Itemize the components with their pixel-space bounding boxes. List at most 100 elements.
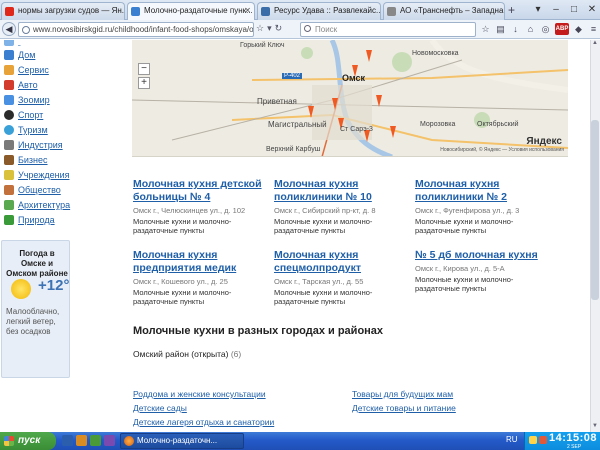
sidebar-item-home[interactable]: Дом (4, 48, 35, 62)
clipboard-icon[interactable]: ▤ (495, 23, 506, 35)
related-link[interactable]: Роддома и женские консультации (133, 389, 266, 399)
sidebar-item-nature[interactable]: Природа (4, 213, 55, 227)
kitchen-title-link[interactable]: Молочная кухня детской больницы № 4 (133, 178, 263, 204)
sidebar-item-institutions[interactable]: Учреждения (4, 168, 69, 182)
zoom-in-button[interactable]: + (138, 77, 150, 89)
extension-icon[interactable]: ◆ (573, 23, 584, 35)
kitchen-title-link[interactable]: Молочная кухня поликлиники № 2 (415, 178, 545, 204)
sidebar-item-auto[interactable]: Авто (4, 78, 38, 92)
tab-udav[interactable]: Ресурс Удава :: Развлекайс... (257, 2, 381, 20)
sidebar-item-label (18, 40, 21, 46)
bookmark-star-icon[interactable]: ☆ (480, 23, 491, 35)
tray-icon[interactable] (529, 436, 537, 444)
region-label: Омский район (открыта) (133, 349, 229, 359)
tab-label: Ресурс Удава :: Развлекайс... (274, 6, 381, 15)
chat-icon[interactable]: ◎ (540, 23, 551, 35)
scrollbar-thumb[interactable] (591, 120, 599, 300)
home-icon[interactable]: ⌂ (525, 23, 536, 35)
kitchen-address: Омск г., Сибирский пр-кт, д. 8 (274, 206, 376, 215)
taskbar-window-label: Молочно-раздаточн... (137, 436, 218, 445)
sidebar-item-label: Дом (18, 50, 36, 60)
tab-active-page[interactable]: Молочно-раздаточные пунк... ✕ (127, 2, 255, 20)
sidebar-item-tourism[interactable]: Туризм (4, 123, 48, 137)
minimize-icon[interactable]: – (548, 1, 564, 17)
back-button[interactable]: ◀ (2, 22, 16, 36)
toolbar-icons: ☆ ▤ ↓ ⌂ ◎ ABP ◆ ≡ (480, 23, 599, 35)
sidebar-item[interactable] (4, 40, 21, 48)
kitchen-card: № 5 дб молочная кухня Омск г., Кирова ул… (415, 249, 545, 293)
quick-launch-icon[interactable] (76, 435, 87, 446)
quick-launch-icon[interactable] (104, 435, 115, 446)
kitchen-type: Молочные кухни и молочно-раздаточные пун… (274, 288, 373, 306)
sidebar-item-service[interactable]: Сервис (4, 63, 49, 77)
kitchen-type: Молочные кухни и молочно-раздаточные пун… (415, 275, 514, 293)
kitchen-title-link[interactable]: № 5 дб молочная кухня (415, 249, 545, 262)
scrollbar[interactable]: ▲ ▼ (590, 40, 600, 432)
map-label: Новомосковка (412, 50, 459, 57)
related-link[interactable]: Детские товары и питание (352, 403, 456, 413)
menu-icon[interactable]: ≡ (588, 23, 599, 35)
map-label-city: Омск (342, 73, 366, 83)
kitchen-title-link[interactable]: Молочная кухня предприятия медик (133, 249, 263, 275)
adblock-icon[interactable]: ABP (555, 23, 569, 35)
tab-yandex-search[interactable]: нормы загрузки судов — Ян... (1, 2, 125, 20)
close-window-icon[interactable]: ✕ (584, 1, 600, 17)
sidebar-item-society[interactable]: Общество (4, 183, 61, 197)
related-link[interactable]: Товары для будущих мам (352, 389, 453, 399)
taskbar-window-button[interactable]: Молочно-раздаточн... (120, 433, 244, 449)
kitchen-type: Молочные кухни и молочно-раздаточные пун… (133, 217, 232, 235)
sidebar-item-label: Общество (18, 185, 61, 195)
zoom-out-button[interactable]: − (138, 63, 150, 75)
region-item[interactable]: Омский район (открыта) (6) (133, 349, 241, 359)
weather-widget[interactable]: Погода в Омске и Омском районе +12° Мало… (1, 240, 70, 378)
star-icon[interactable]: ☆ (256, 23, 264, 34)
scroll-down-arrow-icon[interactable]: ▼ (590, 423, 600, 432)
tray-icon[interactable] (539, 436, 547, 444)
globe-icon (22, 26, 30, 34)
weather-description: Малооблачно, легкий ветер, без осадков (6, 307, 60, 336)
search-input[interactable]: Поиск (300, 22, 476, 37)
sidebar-item-industry[interactable]: Индустрия (4, 138, 63, 152)
column-icon (4, 200, 14, 210)
map-copyright[interactable]: Новосибирский, © Яндекс — Условия исполь… (440, 147, 564, 153)
kitchen-card: Молочная кухня детской больницы № 4 Омск… (133, 178, 263, 235)
kitchen-address: Омск г., Тарская ул., д. 55 (274, 277, 364, 286)
related-link[interactable]: Детские лагеря отдыха и санатории (133, 417, 274, 427)
map-label: Приветная (257, 97, 297, 106)
address-bar[interactable]: www.novosibirskgid.ru/childhood/infant-f… (18, 22, 254, 37)
windows-logo-icon (4, 436, 14, 446)
tab-transneft[interactable]: АО «Транснефть – Западна... (383, 2, 505, 20)
sidebar-item-label: Природа (18, 215, 55, 225)
map[interactable]: Горький Ключ Омск Новомосковка Приветная… (132, 40, 568, 157)
sidebar-item-architecture[interactable]: Архитектура (4, 198, 70, 212)
download-icon[interactable]: ↓ (510, 23, 521, 35)
sidebar-item-sport[interactable]: Спорт (4, 108, 43, 122)
sidebar-item-business[interactable]: Бизнес (4, 153, 48, 167)
quick-launch-icon[interactable] (90, 435, 101, 446)
language-indicator[interactable]: RU (506, 435, 518, 444)
start-button[interactable]: пуск (0, 432, 56, 450)
kitchen-title-link[interactable]: Молочная кухня поликлиники № 10 (274, 178, 404, 204)
yandex-logo[interactable]: Яндекс (526, 136, 562, 147)
people-icon (4, 185, 14, 195)
tab-list-icon[interactable]: ▾ (530, 1, 546, 17)
sidebar-item-zoo[interactable]: Зоомир (4, 93, 50, 107)
close-tab-icon[interactable]: ✕ (244, 6, 251, 15)
reload-icon[interactable]: ↻ (275, 23, 283, 34)
kitchen-address: Омск г., Фугенфирова ул., д. 3 (415, 206, 520, 215)
paw-icon (4, 95, 14, 105)
maximize-icon[interactable]: □ (566, 1, 582, 17)
url-text: www.novosibirskgid.ru/childhood/infant-f… (33, 25, 254, 34)
firefox-icon (124, 436, 134, 446)
dropdown-arrow-icon[interactable]: ▾ (267, 23, 272, 34)
related-link[interactable]: Детские сады (133, 403, 187, 413)
map-label: Морозовка (420, 121, 456, 128)
scroll-up-arrow-icon[interactable]: ▲ (590, 40, 600, 49)
clock[interactable]: 14:15:08 (549, 432, 597, 444)
section-heading: Молочные кухни в разных городах и района… (133, 325, 384, 337)
new-tab-button[interactable]: + (508, 3, 515, 17)
kitchen-title-link[interactable]: Молочная кухня спецмолпродукт (274, 249, 404, 275)
building-icon (4, 170, 14, 180)
sidebar-item-label: Зоомир (18, 95, 50, 105)
quick-launch-icon[interactable] (62, 435, 73, 446)
